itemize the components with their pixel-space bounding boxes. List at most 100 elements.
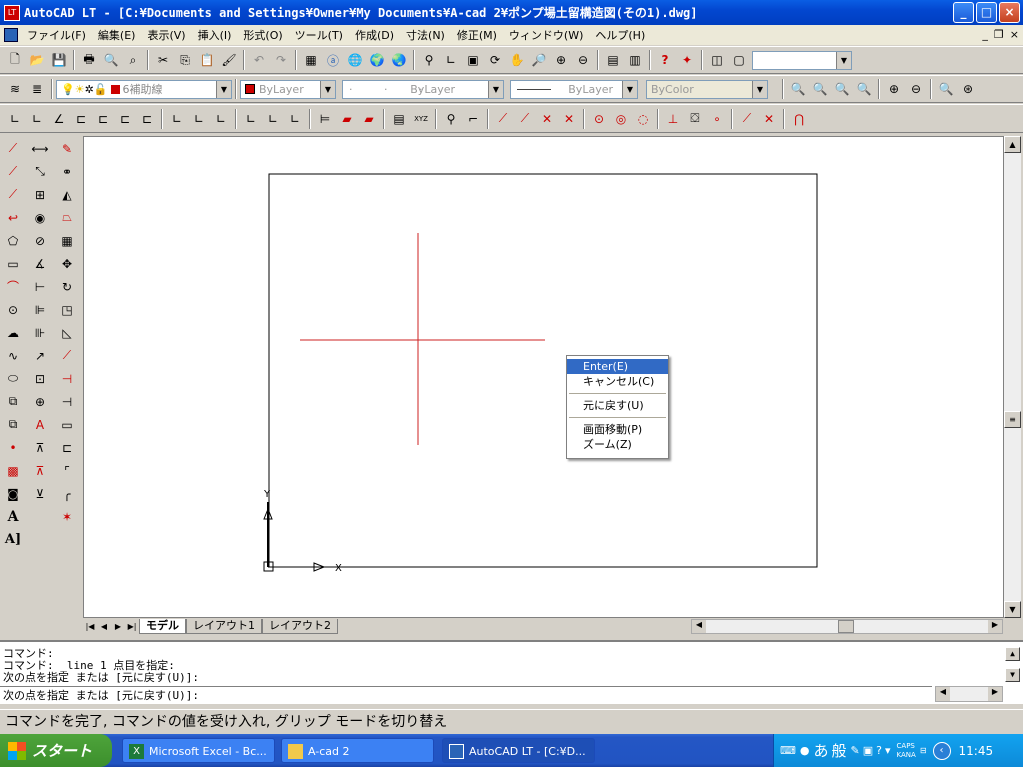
text-icon[interactable]: A] xyxy=(0,528,26,551)
find-icon[interactable]: ⌕ xyxy=(122,49,144,71)
layer-combo[interactable]: 💡 ☀ ✲ 🔓 6補助線 ▼ xyxy=(56,79,232,99)
break-icon[interactable]: ▭ xyxy=(54,413,80,436)
menu-draw[interactable]: 作成(D) xyxy=(349,27,400,43)
zoom-all-icon[interactable]: 🔍 xyxy=(935,78,957,100)
leader-icon[interactable]: ↗ xyxy=(27,344,53,367)
scroll-left-icon[interactable]: ◀ xyxy=(692,620,706,633)
task-excel[interactable]: X Microsoft Excel - Bc... xyxy=(122,738,275,763)
maximize-button[interactable]: □ xyxy=(976,2,997,23)
snap-intersection-icon[interactable]: ✕ xyxy=(536,108,558,130)
dim-radius-icon[interactable]: ◉ xyxy=(27,206,53,229)
scale-icon[interactable]: ◳ xyxy=(54,298,80,321)
copy-icon[interactable]: ⎘ xyxy=(174,49,196,71)
region-icon[interactable]: ◙ xyxy=(0,482,26,505)
ucs-rotate-z-icon[interactable]: ∟ xyxy=(284,108,306,130)
start-button[interactable]: スタート xyxy=(0,734,112,767)
context-zoom[interactable]: ズーム(Z) xyxy=(567,437,668,452)
task-autocad[interactable]: AutoCAD LT - [C:¥D... xyxy=(442,738,595,763)
scroll-right-icon[interactable]: ▶ xyxy=(988,620,1002,633)
zoom-center-icon[interactable]: 🔍 xyxy=(853,78,875,100)
trim-icon[interactable]: ⊣ xyxy=(54,367,80,390)
new-file-icon[interactable]: 🗋 xyxy=(4,49,26,71)
cmd-scroll-right-icon[interactable]: ▶ xyxy=(988,687,1002,701)
clock[interactable]: 11:45 xyxy=(959,744,994,758)
keyboard-icon[interactable]: ⌨ xyxy=(780,744,796,757)
view-combo[interactable]: ▼ xyxy=(752,50,852,70)
dim-update-icon[interactable]: ▰ xyxy=(358,108,380,130)
ime-dictionary[interactable]: 般 xyxy=(832,740,847,761)
ucs-3point-icon[interactable]: ∟ xyxy=(210,108,232,130)
document-icon[interactable] xyxy=(4,28,18,42)
menu-tools[interactable]: ツール(T) xyxy=(289,27,349,43)
cloud-icon[interactable]: ☁ xyxy=(0,321,26,344)
window-titlebar[interactable]: LT AutoCAD LT - [C:¥Documents and Settin… xyxy=(0,0,1023,25)
menu-dimension[interactable]: 寸法(N) xyxy=(400,27,451,43)
fillet-icon[interactable]: ╭ xyxy=(54,482,80,505)
snap-tangent-icon[interactable]: ◌ xyxy=(632,108,654,130)
redo-icon[interactable]: ↷ xyxy=(270,49,292,71)
dim-diameter-icon[interactable]: ⊘ xyxy=(27,229,53,252)
explode-icon[interactable]: ✶ xyxy=(54,505,80,528)
draworder-icon[interactable]: ▣ xyxy=(462,49,484,71)
tab-prev-icon[interactable]: ◀ xyxy=(97,620,111,634)
ucs-rotate-y-icon[interactable]: ∟ xyxy=(262,108,284,130)
zoom-window-icon[interactable]: ⊕ xyxy=(550,49,572,71)
dim-update-left-icon[interactable]: ⊼ xyxy=(27,459,53,482)
doc-minimize-icon[interactable]: _ xyxy=(982,28,988,41)
plotstyle-combo[interactable]: ByColor ▼ xyxy=(646,79,768,99)
dim-baseline-icon[interactable]: ⊏ xyxy=(92,108,114,130)
snap-midpoint-icon[interactable]: ⟋ xyxy=(514,108,536,130)
stretch-icon[interactable]: ◺ xyxy=(54,321,80,344)
polyline-icon[interactable]: ⟋ xyxy=(0,183,26,206)
vertical-scrollbar[interactable]: ▲ ≡ ▼ xyxy=(1004,136,1021,618)
chevron-down-icon[interactable]: ▼ xyxy=(320,80,335,98)
context-enter[interactable]: Enter(E) xyxy=(567,359,668,374)
zoom-dynamic-icon[interactable]: 🔍 xyxy=(809,78,831,100)
dim-ordinate-left-icon[interactable]: ⊞ xyxy=(27,183,53,206)
make-block-icon[interactable]: ⧉ xyxy=(0,413,26,436)
zoom-window-icon[interactable]: 🔍 xyxy=(787,78,809,100)
menu-view[interactable]: 表示(V) xyxy=(141,27,191,43)
help-tray-icon[interactable]: ? xyxy=(876,744,882,757)
menu-help[interactable]: ヘルプ(H) xyxy=(589,27,651,43)
line-icon[interactable]: ⟋ xyxy=(0,137,26,160)
viewport-icon[interactable]: ▢ xyxy=(728,49,750,71)
layer-previous-icon[interactable]: ≣ xyxy=(26,78,48,100)
osnap-icon[interactable]: ⚲ xyxy=(418,49,440,71)
print-icon[interactable]: 🖶 xyxy=(78,49,100,71)
tab-last-icon[interactable]: ▶| xyxy=(125,620,139,634)
dim-linear-left-icon[interactable]: ⟷ xyxy=(27,137,53,160)
help-icon[interactable]: ? xyxy=(654,49,676,71)
ucs-origin-icon[interactable]: ⊏ xyxy=(136,108,158,130)
osnap-settings-icon[interactable]: ⋂ xyxy=(788,108,810,130)
layer-manager-icon[interactable]: ≋ xyxy=(4,78,26,100)
construction-line-icon[interactable]: ⟋ xyxy=(0,160,26,183)
zoom-in-icon[interactable]: ⊕ xyxy=(883,78,905,100)
tile-icon[interactable]: ◫ xyxy=(706,49,728,71)
drawing-canvas[interactable]: Y X xyxy=(83,136,1004,618)
command-input[interactable]: 次の点を指定 または [元に戻す(U)]: xyxy=(0,686,932,702)
circle-icon[interactable]: ⊙ xyxy=(0,298,26,321)
polygon-icon[interactable]: ⬠ xyxy=(0,229,26,252)
break-at-point-icon[interactable]: ⊏ xyxy=(54,436,80,459)
mtext-icon[interactable]: A xyxy=(0,505,26,528)
ucs-x-icon[interactable]: ∟ xyxy=(166,108,188,130)
erase-icon[interactable]: ✎ xyxy=(54,137,80,160)
snap-insert-icon[interactable]: ⛋ xyxy=(684,108,706,130)
chevron-down-icon[interactable]: ▼ xyxy=(836,51,851,69)
insert-block-icon[interactable]: ⧉ xyxy=(0,390,26,413)
menu-edit[interactable]: 編集(E) xyxy=(92,27,142,43)
dim-linear-icon[interactable]: ∟ xyxy=(4,108,26,130)
tab-layout2[interactable]: レイアウト2 xyxy=(262,619,338,634)
scroll-up-icon[interactable]: ▲ xyxy=(1004,136,1021,153)
lengthen-icon[interactable]: ⟋ xyxy=(54,344,80,367)
context-cancel[interactable]: キャンセル(C) xyxy=(567,374,668,389)
center-mark-icon[interactable]: ⊕ xyxy=(27,390,53,413)
snap-apparent-icon[interactable]: ✕ xyxy=(558,108,580,130)
dim-baseline-left-icon[interactable]: ⊫ xyxy=(27,298,53,321)
zoom-realtime-icon[interactable]: 🔎 xyxy=(528,49,550,71)
context-pan[interactable]: 画面移動(P) xyxy=(567,422,668,437)
hscroll-thumb[interactable] xyxy=(838,620,854,633)
web-icon[interactable]: ⓐ xyxy=(322,49,344,71)
dim-angular-icon[interactable]: ∠ xyxy=(48,108,70,130)
